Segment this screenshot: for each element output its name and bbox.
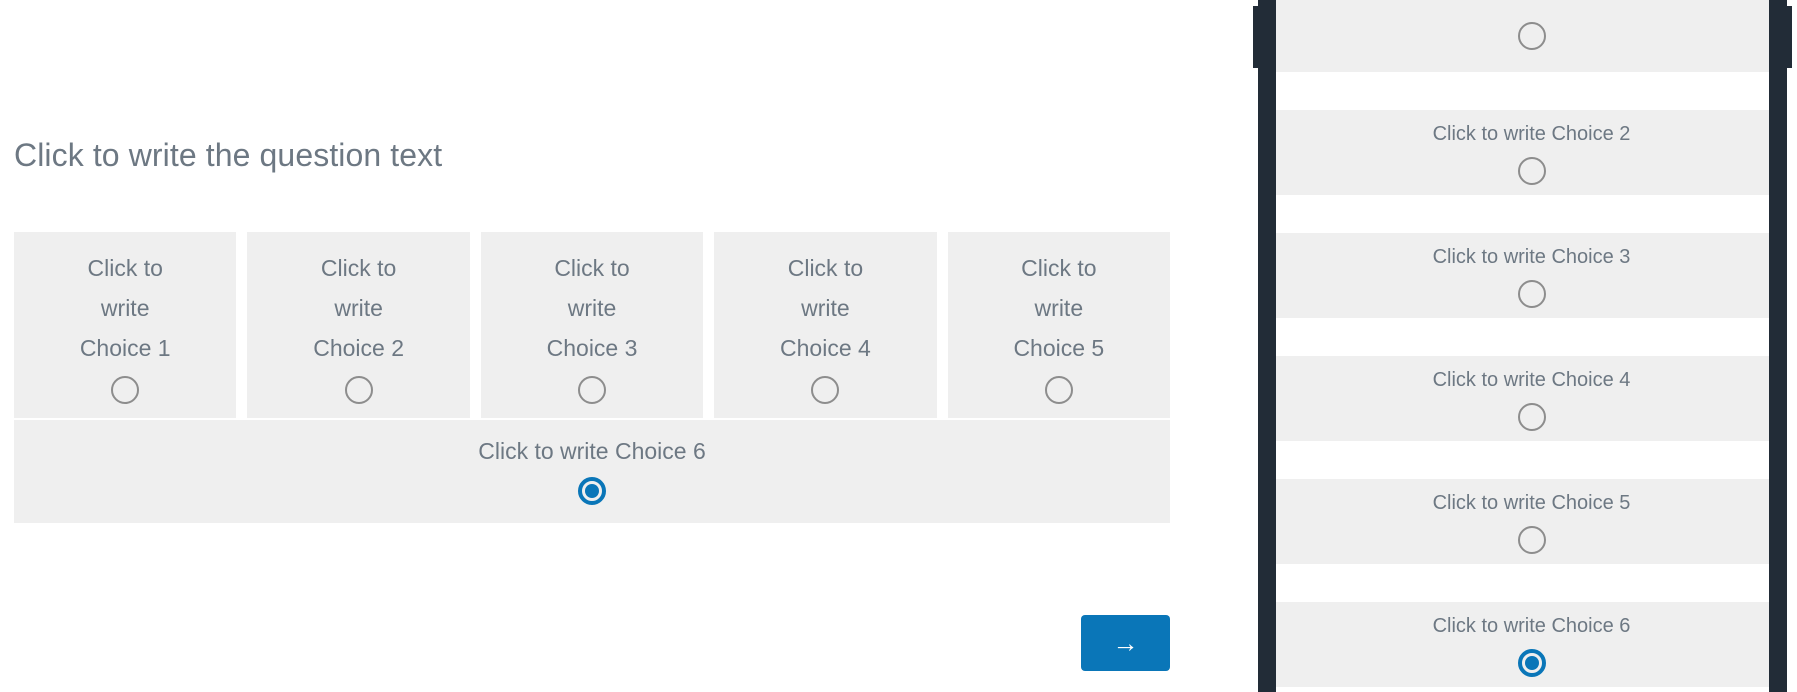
preview-item-4[interactable]: Click to write Choice 4 [1276,356,1787,441]
radio-wrapper [1517,402,1546,431]
choice-card-5[interactable]: Click to write Choice 5 [947,232,1171,418]
preview-item-3[interactable]: Click to write Choice 3 [1276,233,1787,318]
radio-unselected-icon[interactable] [1517,279,1546,308]
radio-wrapper [111,376,140,404]
preview-item-label: Click to write Choice 2 [1432,122,1631,145]
preview-gap [1276,72,1787,110]
preview-gap [1276,318,1787,356]
preview-item-5[interactable]: Click to write Choice 5 [1276,479,1787,564]
device-bezel-left [1258,0,1276,692]
choice-card-6[interactable]: Click to write Choice 6 [14,420,1170,523]
preview-item-6[interactable]: Click to write Choice 6 [1276,602,1787,687]
mobile-preview-pane: Click to write Choice 2 Click to write C… [1250,0,1797,692]
radio-selected-icon[interactable] [1517,648,1546,677]
preview-gap [1276,441,1787,479]
editor-canvas: Click to write the question text Click t… [0,0,1250,692]
radio-wrapper [578,477,606,505]
preview-item-label: Click to write Choice 5 [1432,491,1631,514]
radio-unselected-icon[interactable] [578,376,607,404]
preview-screen: Click to write Choice 2 Click to write C… [1276,0,1787,692]
preview-item-label: Click to write Choice 4 [1432,368,1631,391]
radio-wrapper [344,376,373,404]
radio-wrapper [1517,279,1546,308]
choice-card-label: Click to write Choice 3 [546,255,638,361]
next-button[interactable]: → [1081,615,1170,671]
radio-unselected-icon[interactable] [1517,402,1546,431]
choice-card-label: Click to write Choice 1 [79,255,171,361]
preview-item-1[interactable] [1276,0,1787,72]
preview-item-label: Click to write Choice 3 [1432,245,1631,268]
preview-item-label: Click to write Choice 6 [1432,614,1631,637]
radio-unselected-icon[interactable] [111,376,140,404]
choice-card-label: Click to write Choice 2 [313,255,404,361]
preview-gap [1276,195,1787,233]
choice-card-2[interactable]: Click to write Choice 2 [247,232,470,418]
radio-unselected-icon[interactable] [1517,525,1546,554]
choice-card-3[interactable]: Click to write Choice 3 [480,232,704,418]
radio-wrapper [578,376,607,404]
choice-card-1[interactable]: Click to write Choice 1 [14,232,237,418]
question-text[interactable]: Click to write the question text [14,136,442,174]
radio-wrapper [811,376,840,404]
choice-card-label: Click to write Choice 5 [1013,255,1105,361]
radio-unselected-icon[interactable] [1044,376,1073,404]
radio-unselected-icon[interactable] [1517,22,1546,50]
preview-gap [1276,564,1787,602]
device-bezel-right [1769,0,1787,692]
radio-unselected-icon[interactable] [1517,156,1546,185]
radio-wrapper [1517,648,1546,677]
radio-wrapper [1517,156,1546,185]
radio-wrapper [1044,376,1073,404]
choice-card-4[interactable]: Click to write Choice 4 [714,232,937,418]
choice-card-grid: Click to write Choice 1 Click to write C… [14,232,1171,418]
radio-unselected-icon[interactable] [344,376,373,404]
survey-editor-screen: Click to write the question text Click t… [0,0,1797,692]
preview-item-2[interactable]: Click to write Choice 2 [1276,110,1787,195]
choice-card-label: Click to write Choice 6 [478,438,706,464]
radio-unselected-icon[interactable] [811,376,840,404]
choice-card-label: Click to write Choice 4 [780,255,871,361]
radio-selected-icon[interactable] [578,477,606,505]
radio-wrapper [1517,22,1546,50]
radio-wrapper [1517,525,1546,554]
